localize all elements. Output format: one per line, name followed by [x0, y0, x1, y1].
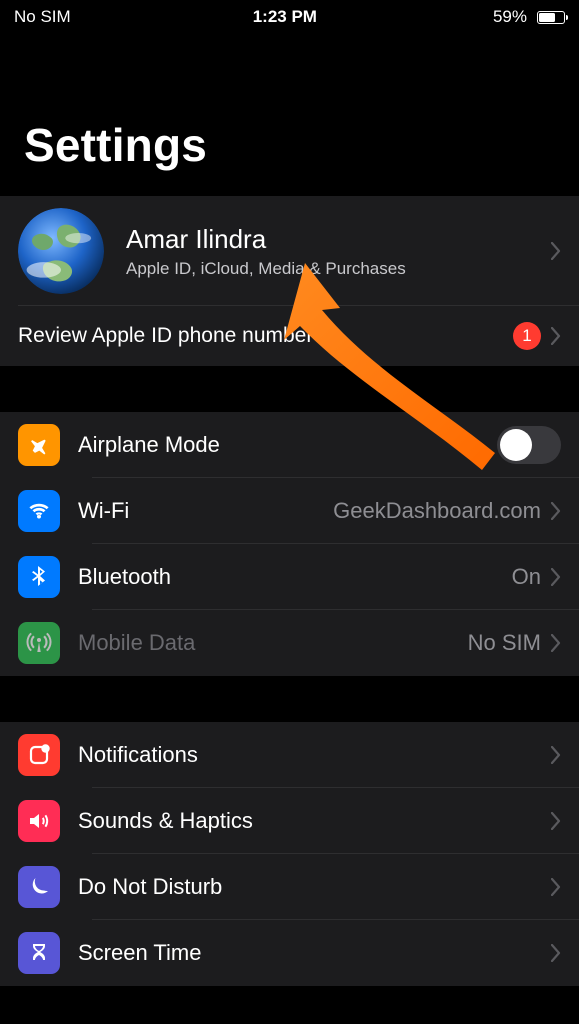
bluetooth-label: Bluetooth — [78, 564, 512, 590]
notifications-label: Notifications — [78, 742, 551, 768]
chevron-right-icon — [551, 242, 561, 260]
profile-name: Amar Ilindra — [126, 224, 551, 255]
bluetooth-value: On — [512, 564, 541, 590]
notification-badge: 1 — [513, 322, 541, 350]
dnd-label: Do Not Disturb — [78, 874, 551, 900]
page-title: Settings — [0, 30, 579, 196]
wifi-label: Wi-Fi — [78, 498, 333, 524]
review-appleid-row[interactable]: Review Apple ID phone number 1 — [0, 306, 579, 366]
status-bar: No SIM 1:23 PM 59% — [0, 0, 579, 30]
chevron-right-icon — [551, 944, 561, 962]
hourglass-icon — [18, 932, 60, 974]
system-section: Notifications Sounds & Haptics Do Not Di… — [0, 722, 579, 986]
connectivity-section: Airplane Mode Wi-Fi GeekDashboard.com Bl… — [0, 412, 579, 676]
mobile-data-label: Mobile Data — [78, 630, 468, 656]
appleid-section: Amar Ilindra Apple ID, iCloud, Media & P… — [0, 196, 579, 366]
airplane-toggle[interactable] — [497, 426, 561, 464]
sounds-row[interactable]: Sounds & Haptics — [0, 788, 579, 854]
mobile-data-value: No SIM — [468, 630, 541, 656]
screen-time-row[interactable]: Screen Time — [0, 920, 579, 986]
mobile-data-row[interactable]: Mobile Data No SIM — [0, 610, 579, 676]
chevron-right-icon — [551, 746, 561, 764]
screen-time-label: Screen Time — [78, 940, 551, 966]
chevron-right-icon — [551, 634, 561, 652]
chevron-right-icon — [551, 502, 561, 520]
chevron-right-icon — [551, 568, 561, 586]
notifications-row[interactable]: Notifications — [0, 722, 579, 788]
clock: 1:23 PM — [253, 7, 317, 27]
appleid-profile-row[interactable]: Amar Ilindra Apple ID, iCloud, Media & P… — [0, 196, 579, 306]
bluetooth-row[interactable]: Bluetooth On — [0, 544, 579, 610]
review-label: Review Apple ID phone number — [18, 324, 513, 348]
moon-icon — [18, 866, 60, 908]
airplane-label: Airplane Mode — [78, 432, 497, 458]
battery-percentage: 59% — [493, 7, 527, 27]
wifi-icon — [18, 490, 60, 532]
bluetooth-icon — [18, 556, 60, 598]
profile-subtitle: Apple ID, iCloud, Media & Purchases — [126, 259, 551, 279]
chevron-right-icon — [551, 812, 561, 830]
airplane-icon — [18, 424, 60, 466]
carrier-text: No SIM — [14, 7, 71, 27]
notifications-icon — [18, 734, 60, 776]
sounds-label: Sounds & Haptics — [78, 808, 551, 834]
airplane-mode-row[interactable]: Airplane Mode — [0, 412, 579, 478]
chevron-right-icon — [551, 878, 561, 896]
wifi-row[interactable]: Wi-Fi GeekDashboard.com — [0, 478, 579, 544]
dnd-row[interactable]: Do Not Disturb — [0, 854, 579, 920]
chevron-right-icon — [551, 327, 561, 345]
wifi-value: GeekDashboard.com — [333, 498, 541, 524]
avatar — [18, 208, 104, 294]
antenna-icon — [18, 622, 60, 664]
speaker-icon — [18, 800, 60, 842]
battery-icon — [533, 11, 565, 24]
